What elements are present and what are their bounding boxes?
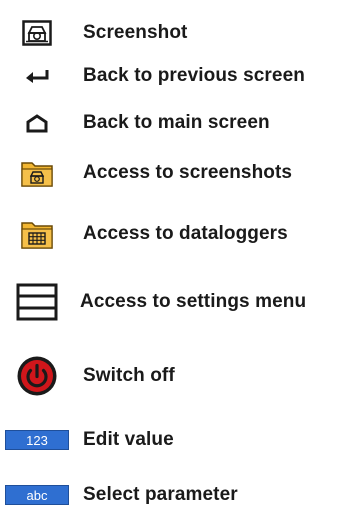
power-icon-cell [0, 354, 74, 398]
legend-row-dataloggers: Access to dataloggers [0, 214, 361, 254]
legend-label-settings: Access to settings menu [80, 291, 307, 312]
screenshots-folder-icon [21, 162, 53, 187]
legend-row-settings: Access to settings menu [0, 280, 361, 324]
legend-label-edit-value: Edit value [83, 429, 174, 450]
legend-label-screenshots: Access to screenshots [83, 162, 293, 183]
home-icon-cell [0, 109, 74, 137]
legend-label-home: Back to main screen [83, 112, 270, 133]
legend-label-back: Back to previous screen [83, 65, 305, 86]
legend-row-back: Back to previous screen [0, 62, 361, 90]
numeric-field-icon: 123 [5, 430, 69, 450]
legend-row-switch-off: Switch off [0, 354, 361, 398]
dataloggers-folder-icon-cell [0, 214, 74, 254]
home-icon [26, 114, 48, 133]
settings-menu-icon-cell [0, 280, 74, 324]
text-field-icon: abc [5, 485, 69, 505]
legend-label-screenshot: Screenshot [83, 22, 188, 43]
text-field-icon-cell: abc [0, 484, 74, 506]
legend-label-select-parameter: Select parameter [83, 484, 238, 505]
screenshot-icon-cell [0, 18, 74, 48]
screenshots-folder-icon-cell [0, 155, 74, 191]
legend-row-select-parameter: abc Select parameter [0, 484, 361, 506]
legend-row-screenshots: Access to screenshots [0, 155, 361, 191]
legend-row-home: Back to main screen [0, 109, 361, 137]
legend-row-edit-value: 123 Edit value [0, 429, 361, 451]
dataloggers-folder-icon [21, 222, 53, 249]
back-icon-cell [0, 62, 74, 90]
icon-legend: Screenshot Back to previous screen Back … [0, 0, 361, 509]
legend-label-dataloggers: Access to dataloggers [83, 223, 288, 244]
legend-label-switch-off: Switch off [83, 365, 175, 386]
power-icon [17, 356, 57, 396]
back-arrow-icon [26, 70, 49, 83]
settings-menu-icon [16, 283, 58, 321]
screenshot-icon [22, 20, 52, 46]
numeric-field-icon-cell: 123 [0, 429, 74, 451]
legend-row-screenshot: Screenshot [0, 18, 361, 48]
